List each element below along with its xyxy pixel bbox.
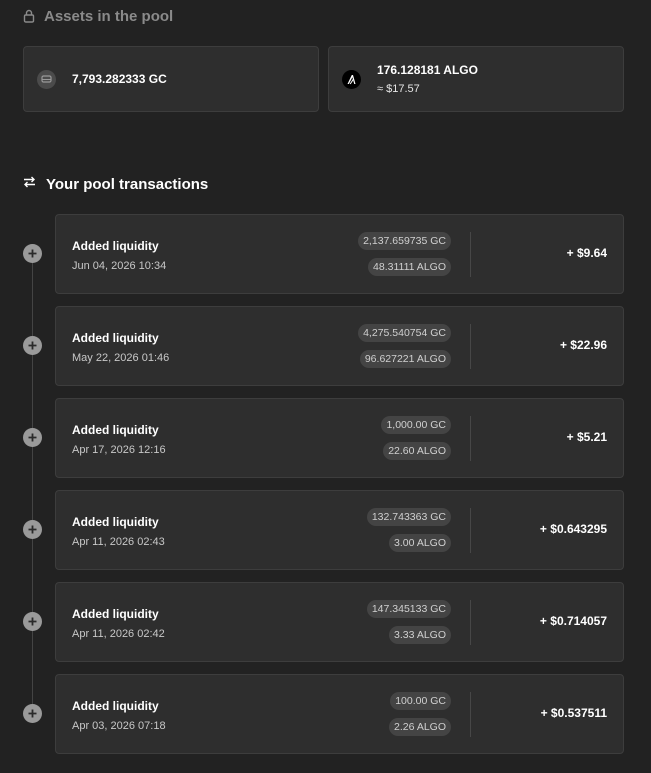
transaction-gc-amount: 100.00 GC	[390, 692, 451, 710]
swap-arrows-icon	[23, 175, 36, 193]
plus-circle-icon	[23, 336, 42, 355]
divider	[470, 416, 471, 461]
assets-section-title: Assets in the pool	[44, 7, 174, 25]
transaction-date: May 22, 2026 01:46	[72, 352, 170, 364]
asset-usd-value: ≈ $17.57	[377, 83, 420, 95]
transaction-algo-amount: 2.26 ALGO	[389, 718, 451, 736]
transaction-card[interactable]: Added liquidity Apr 03, 2026 07:18 100.0…	[55, 674, 624, 754]
transaction-type: Added liquidity	[72, 239, 159, 253]
transactions-section-header: Your pool transactions	[23, 174, 208, 194]
pool-details-page: Assets in the pool 7,793.282333 GC 176.1…	[0, 0, 651, 773]
transaction-row: Added liquidity Apr 03, 2026 07:18 100.0…	[0, 674, 651, 754]
asset-amount-algo: 176.128181 ALGO	[377, 63, 478, 77]
transaction-date: Jun 04, 2026 10:34	[72, 260, 167, 272]
transaction-gc-amount: 147.345133 GC	[366, 600, 451, 618]
divider	[470, 692, 471, 737]
transaction-card[interactable]: Added liquidity May 22, 2026 01:46 4,275…	[55, 306, 624, 386]
transaction-gc-amount: 4,275.540754 GC	[358, 324, 451, 342]
transaction-usd-value: + $5.21	[566, 430, 607, 444]
transaction-type: Added liquidity	[72, 331, 159, 345]
algorand-logo-icon	[342, 69, 361, 89]
assets-section-header: Assets in the pool	[23, 6, 173, 26]
transaction-date: Apr 17, 2026 12:16	[72, 444, 166, 456]
transaction-card[interactable]: Added liquidity Apr 11, 2026 02:42 147.3…	[55, 582, 624, 662]
transaction-algo-amount: 3.33 ALGO	[389, 626, 451, 644]
transaction-algo-amount: 22.60 ALGO	[383, 442, 451, 460]
transaction-algo-amount: 96.627221 ALGO	[359, 350, 451, 368]
transaction-usd-value: + $0.537511	[540, 706, 607, 720]
asset-card-algo: 176.128181 ALGO ≈ $17.57	[328, 46, 624, 112]
gc-token-icon	[37, 69, 56, 89]
divider	[470, 600, 471, 645]
transaction-usd-value: + $9.64	[566, 246, 607, 260]
transaction-row: Added liquidity Apr 11, 2026 02:42 147.3…	[0, 582, 651, 662]
transactions-section-title: Your pool transactions	[46, 175, 209, 193]
transaction-usd-value: + $0.643295	[539, 522, 607, 536]
plus-circle-icon	[23, 244, 42, 263]
divider	[470, 324, 471, 369]
transaction-type: Added liquidity	[72, 423, 159, 437]
transaction-card[interactable]: Added liquidity Jun 04, 2026 10:34 2,137…	[55, 214, 624, 294]
plus-circle-icon	[23, 612, 42, 631]
transaction-usd-value: + $22.96	[559, 338, 607, 352]
transaction-gc-amount: 132.743363 GC	[366, 508, 451, 526]
transaction-row: Added liquidity Apr 11, 2026 02:43 132.7…	[0, 490, 651, 570]
transaction-date: Apr 03, 2026 07:18	[72, 720, 166, 732]
transaction-card[interactable]: Added liquidity Apr 11, 2026 02:43 132.7…	[55, 490, 624, 570]
transaction-date: Apr 11, 2026 02:43	[72, 536, 165, 548]
transaction-card[interactable]: Added liquidity Apr 17, 2026 12:16 1,000…	[55, 398, 624, 478]
transaction-gc-amount: 2,137.659735 GC	[358, 232, 451, 250]
transaction-gc-amount: 1,000.00 GC	[381, 416, 451, 434]
transaction-algo-amount: 48.31111 ALGO	[368, 258, 451, 276]
plus-circle-icon	[23, 520, 42, 539]
transaction-row: Added liquidity Apr 17, 2026 12:16 1,000…	[0, 398, 651, 478]
transaction-row: Added liquidity May 22, 2026 01:46 4,275…	[0, 306, 651, 386]
asset-amount-gc: 7,793.282333 GC	[72, 72, 167, 86]
transaction-row: Added liquidity Jun 04, 2026 10:34 2,137…	[0, 214, 651, 294]
divider	[470, 232, 471, 277]
asset-card-gc: 7,793.282333 GC	[23, 46, 319, 112]
plus-circle-icon	[23, 428, 42, 447]
transaction-type: Added liquidity	[72, 699, 159, 713]
plus-circle-icon	[23, 704, 42, 723]
transaction-type: Added liquidity	[72, 607, 159, 621]
transaction-usd-value: + $0.714057	[539, 614, 607, 628]
transaction-algo-amount: 3.00 ALGO	[389, 534, 451, 552]
transaction-type: Added liquidity	[72, 515, 159, 529]
divider	[470, 508, 471, 553]
lock-icon	[23, 9, 35, 23]
transaction-date: Apr 11, 2026 02:42	[72, 628, 165, 640]
